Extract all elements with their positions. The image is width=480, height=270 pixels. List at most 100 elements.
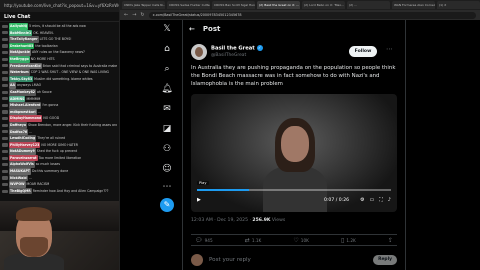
grok-icon[interactable]: ◪ xyxy=(160,122,174,136)
chat-message[interactable]: Drakehunt85 the toolbarian xyxy=(2,42,117,50)
play-icon[interactable]: ▶ xyxy=(197,197,201,203)
chat-author[interactable]: Dadfox76 xyxy=(9,128,29,136)
chat-message[interactable]: Paravelnzarrat Too more limited liberatio… xyxy=(2,154,117,162)
chat-author[interactable]: NotAJunkie xyxy=(9,49,31,56)
settings-icon[interactable]: ⚙ xyxy=(360,197,364,203)
chat-author[interactable]: Paravelnzarrat xyxy=(9,154,38,162)
browser-tab[interactable]: (2) ... xyxy=(347,1,390,9)
browser-tab[interactable]: CNN's Jake Tapper Calls N... xyxy=(122,1,165,9)
chat-message[interactable]: WVPOW MOAR RACISM xyxy=(2,181,117,188)
chat-author[interactable]: Tekky.Sky83 xyxy=(9,75,34,83)
chat-message[interactable]: NotAJunkie ANY rules on the Swaveny news? xyxy=(2,49,117,56)
chat-author[interactable]: GasMonkey82 xyxy=(9,88,37,96)
like-action[interactable]: ♡ 10K xyxy=(293,237,308,244)
chat-author[interactable]: TheBigQMR xyxy=(9,187,32,195)
author-name-wrap[interactable]: Basil the Great ✓ xyxy=(211,45,263,52)
chat-message[interactable]: Daffneyo Show Brendon, more anger. Kick t… xyxy=(2,121,117,129)
video-progress-bar[interactable] xyxy=(197,189,391,191)
chat-author[interactable]: PhillyHarvey123 xyxy=(9,141,41,149)
browser-tab[interactable]: CROSS Ban Scott Sigal Hunter... xyxy=(212,1,255,9)
chat-message[interactable]: AaliyahNJ 5 mins, it should be all the ad… xyxy=(2,23,117,30)
search-icon[interactable]: ⌕ xyxy=(160,62,174,76)
more-icon[interactable]: ⋯ xyxy=(160,180,174,194)
chat-message[interactable]: mdbpwestkarl... xyxy=(2,108,117,116)
chat-author[interactable]: AA xyxy=(9,82,16,89)
chat-author[interactable]: DisplayHammond xyxy=(9,115,43,122)
author-name[interactable]: Basil the Great xyxy=(211,46,255,52)
chat-message-list[interactable]: AaliyahNJ 5 mins, it should be all the ad… xyxy=(0,22,119,195)
share-action[interactable]: ⇪ xyxy=(388,237,393,244)
chat-message[interactable]: Mishael.Alenford I'm gonna xyxy=(2,102,117,109)
back-icon[interactable]: ← xyxy=(124,12,128,18)
volume-icon[interactable]: ♪ xyxy=(388,197,391,203)
fullscreen-icon[interactable]: ⛶ xyxy=(379,197,383,203)
chat-message[interactable]: NickWald... xyxy=(2,174,117,182)
chat-author[interactable]: ADMINS xyxy=(9,95,26,103)
chat-message[interactable]: NotADummy9 Shed the fuck up prevent xyxy=(2,148,117,155)
notifications-icon[interactable]: 🔔︎ xyxy=(160,82,174,96)
chat-author[interactable]: NickWald xyxy=(9,174,28,182)
chat-author[interactable]: Mishael.Alenford xyxy=(9,102,42,109)
video-player[interactable]: Play ▶ 0:07 / 0:26 ⚙ ▭ ⛶ ♪ xyxy=(191,94,397,212)
reload-icon[interactable]: ↻ xyxy=(140,12,144,18)
chat-author[interactable]: AaliyahNJ xyxy=(9,23,29,30)
chat-message[interactable]: TheBigQMR Reminder how And Hoy and Allen … xyxy=(2,187,117,195)
chat-author[interactable]: FreeAmericanKid xyxy=(9,62,42,70)
chat-message[interactable]: AA anyways LMAO xyxy=(2,82,117,89)
chat-message[interactable]: PhillyHarvey123 NO MORE GIMO HATER xyxy=(2,141,117,149)
chat-message[interactable]: MASUKAPT Do this summary done xyxy=(2,168,117,175)
retweet-action[interactable]: ⇄ 1.1K xyxy=(245,237,261,244)
chat-message[interactable]: BobMinnie1 OK. HEAVEN. xyxy=(2,29,117,37)
chat-author[interactable]: TheTallyRanger xyxy=(9,36,39,43)
chat-message[interactable]: Dadfox76... xyxy=(2,128,117,136)
messages-icon[interactable]: ✉ xyxy=(160,102,174,116)
chat-author[interactable]: AlphaWolfVis xyxy=(9,161,35,169)
chat-author[interactable]: WVPOW xyxy=(9,181,26,188)
communities-icon[interactable]: ⚇ xyxy=(160,142,174,156)
bookmark-action[interactable]: ▯ 1.2K xyxy=(341,237,356,244)
chat-message[interactable]: theBryggo NO MORE HITS xyxy=(2,55,117,63)
chat-text: Shed the fuck up prevent xyxy=(36,149,78,154)
chat-author[interactable]: MASUKAPT xyxy=(9,168,31,175)
author-handle[interactable]: @BasilTheGreat xyxy=(211,53,246,58)
chat-message[interactable]: FreeAmericanKid Brian said that criminal … xyxy=(2,62,117,70)
browser-tab[interactable]: WAN Formerea Alan Cornel... xyxy=(392,1,435,9)
browser-tab[interactable]: (2) Basil the Great on X: ... xyxy=(257,1,300,9)
chat-message[interactable]: AlphaWolfVis so much losses xyxy=(2,161,117,169)
chat-url-bar[interactable]: http://youtube.com/live_chat?is_popout=1… xyxy=(0,0,119,12)
browser-tab[interactable]: CROSS Sedsa Hunter Cutter... xyxy=(167,1,210,9)
reply-input[interactable]: Post your reply xyxy=(209,257,251,263)
chat-message[interactable]: Waterbum COP 2 WAS SHUT - ONE VIEW & ONE … xyxy=(2,69,117,76)
post-timestamp[interactable]: 12:03 AM · Dec 19, 2025 · xyxy=(191,218,252,223)
reply-button[interactable]: Reply xyxy=(373,255,397,265)
chat-author[interactable]: theBryggo xyxy=(9,55,30,63)
chat-message[interactable]: TheTallyRanger LETS GO THE BOYS! xyxy=(2,36,117,43)
chat-message[interactable]: LewdhiCoding They're all ruined xyxy=(2,135,117,142)
chat-message[interactable]: GasMonkey82 oh Sauce xyxy=(2,88,117,96)
url-field[interactable]: x.com/BasilTheGreat/status/2000978345012… xyxy=(148,11,476,19)
x-logo-icon[interactable]: 𝕏 xyxy=(160,22,174,36)
chat-message[interactable]: Tekky.Sky83 Muslim did something. blame w… xyxy=(2,75,117,83)
chat-message[interactable]: ADMINS MMMMM xyxy=(2,95,117,103)
follow-button[interactable]: Follow xyxy=(349,46,377,57)
chat-message[interactable]: DisplayHammond NO GOOD xyxy=(2,115,117,122)
browser-tab[interactable]: (2) Lord Bebo on X: 'Mao... xyxy=(302,1,345,9)
home-icon[interactable]: ⌂ xyxy=(160,42,174,56)
reply-action[interactable]: 💬︎ 945 xyxy=(195,237,213,244)
chat-author[interactable]: Daffneyo xyxy=(9,121,28,129)
more-options-icon[interactable]: ⋯ xyxy=(386,45,393,53)
compose-post-button[interactable]: ✎ xyxy=(160,198,174,212)
chat-author[interactable]: Drakehunt85 xyxy=(9,42,35,50)
chat-author[interactable]: NotADummy9 xyxy=(9,148,36,155)
author-avatar[interactable] xyxy=(191,44,207,60)
forward-icon[interactable]: → xyxy=(132,12,136,18)
chat-author[interactable]: mdbpwestkarl xyxy=(9,108,37,116)
chat-author[interactable]: BobMinnie1 xyxy=(9,29,33,37)
profile-icon[interactable]: ☺ xyxy=(160,162,174,176)
back-arrow-icon[interactable]: ← xyxy=(189,25,195,33)
captions-icon[interactable]: ▭ xyxy=(370,197,375,203)
author-row: Basil the Great ✓ @BasilTheGreat Follow ⋯ xyxy=(191,42,397,64)
browser-tab[interactable]: (1) X xyxy=(437,1,480,9)
chat-author[interactable]: Waterbum xyxy=(9,69,30,76)
chat-author[interactable]: LewdhiCoding xyxy=(9,135,37,142)
